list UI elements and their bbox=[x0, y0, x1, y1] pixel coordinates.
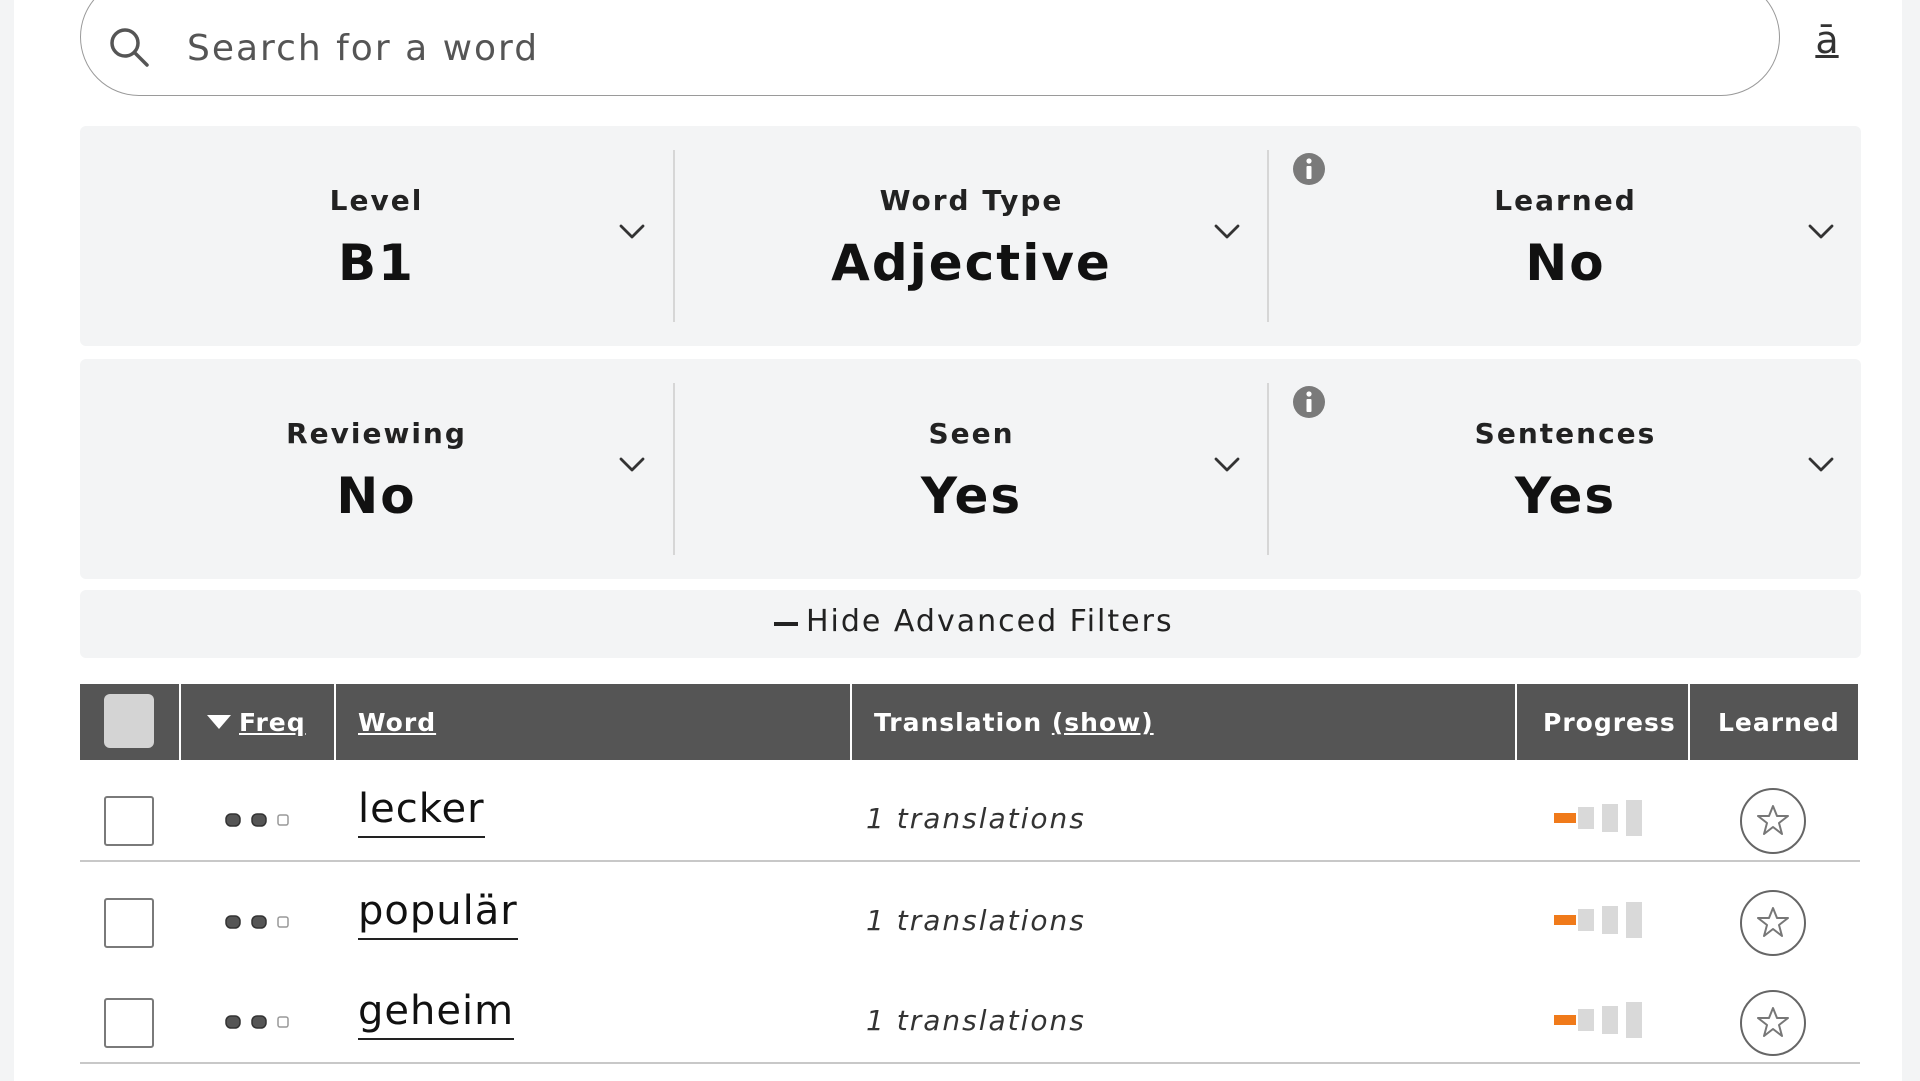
hide-advanced-filters-button[interactable]: Hide Advanced Filters bbox=[80, 590, 1861, 658]
freq-dot-filled bbox=[225, 1015, 241, 1029]
freq-dot-empty bbox=[277, 814, 289, 826]
header-progress-label: Progress bbox=[1543, 708, 1676, 737]
star-icon bbox=[1757, 907, 1789, 937]
minus-icon bbox=[774, 622, 798, 626]
freq-dot-filled bbox=[225, 915, 241, 929]
filter-reviewing[interactable]: Reviewing No bbox=[80, 359, 673, 579]
filter-seen-value: Yes bbox=[920, 467, 1023, 525]
chevron-down-icon bbox=[619, 457, 645, 472]
header-freq[interactable]: Freq bbox=[181, 684, 336, 760]
filter-sentences-label: Sentences bbox=[1474, 417, 1657, 450]
header-freq-label[interactable]: Freq bbox=[239, 708, 306, 737]
table-header: Freq Word Translation (show) Progress Le… bbox=[80, 684, 1858, 760]
hide-advanced-filters-label: Hide Advanced Filters bbox=[806, 604, 1174, 639]
content-area: ā Level B1 Word Type Adjective Learned N… bbox=[14, 0, 1902, 1081]
translation-count[interactable]: 1 translations bbox=[866, 802, 1086, 835]
search-input[interactable] bbox=[185, 23, 1749, 73]
filter-word-type-value: Adjective bbox=[831, 234, 1112, 292]
filter-panel-advanced: Reviewing No Seen Yes Sentences Yes bbox=[80, 359, 1861, 579]
filter-word-type[interactable]: Word Type Adjective bbox=[675, 126, 1268, 346]
header-word-label[interactable]: Word bbox=[358, 708, 436, 737]
progress-bar-inactive bbox=[1578, 807, 1594, 829]
table-row: lecker 1 translations bbox=[80, 760, 1860, 862]
filter-sentences[interactable]: Sentences Yes bbox=[1269, 359, 1862, 579]
progress-bar-inactive bbox=[1626, 800, 1642, 836]
header-translation-label: Translation (show) bbox=[874, 708, 1154, 737]
chevron-down-icon bbox=[619, 224, 645, 239]
star-icon bbox=[1757, 805, 1789, 835]
filter-learned-value: No bbox=[1525, 234, 1606, 292]
freq-dot-empty bbox=[277, 916, 289, 928]
table-row: populär 1 translations bbox=[80, 862, 1860, 964]
filter-seen[interactable]: Seen Yes bbox=[675, 359, 1268, 579]
frequency-indicator bbox=[225, 1015, 289, 1029]
filter-learned-label: Learned bbox=[1494, 184, 1637, 217]
search-bar bbox=[80, 0, 1780, 96]
word-link[interactable]: geheim bbox=[358, 988, 515, 1040]
filter-level[interactable]: Level B1 bbox=[80, 126, 673, 346]
header-learned: Learned bbox=[1690, 684, 1858, 760]
progress-bar-inactive bbox=[1626, 1002, 1642, 1038]
word-link[interactable]: populär bbox=[358, 888, 518, 940]
progress-bar-active bbox=[1554, 813, 1576, 823]
progress-bar-inactive bbox=[1578, 1009, 1594, 1031]
filter-reviewing-label: Reviewing bbox=[286, 417, 467, 450]
filter-word-type-label: Word Type bbox=[879, 184, 1064, 217]
word-link[interactable]: lecker bbox=[358, 786, 485, 838]
frequency-indicator bbox=[225, 813, 289, 827]
progress-indicator bbox=[1554, 1002, 1642, 1038]
progress-indicator bbox=[1554, 800, 1642, 836]
header-translation: Translation (show) bbox=[852, 684, 1517, 760]
progress-bar-inactive bbox=[1602, 906, 1618, 934]
row-checkbox[interactable] bbox=[104, 796, 154, 846]
chevron-down-icon bbox=[1214, 224, 1240, 239]
row-checkbox[interactable] bbox=[104, 998, 154, 1048]
freq-dot-filled bbox=[251, 915, 267, 929]
freq-dot-empty bbox=[277, 1016, 289, 1028]
translation-count[interactable]: 1 translations bbox=[866, 1004, 1086, 1037]
freq-dot-filled bbox=[225, 813, 241, 827]
filter-sentences-value: Yes bbox=[1514, 467, 1617, 525]
filter-reviewing-value: No bbox=[336, 467, 417, 525]
chevron-down-icon bbox=[1808, 457, 1834, 472]
filter-seen-label: Seen bbox=[928, 417, 1015, 450]
sort-down-icon bbox=[207, 715, 231, 729]
progress-bar-inactive bbox=[1602, 804, 1618, 832]
progress-bar-active bbox=[1554, 915, 1576, 925]
progress-bar-inactive bbox=[1602, 1006, 1618, 1034]
chevron-down-icon bbox=[1808, 224, 1834, 239]
show-translations-link[interactable]: (show) bbox=[1052, 708, 1154, 737]
page: ā Level B1 Word Type Adjective Learned N… bbox=[0, 0, 1920, 1081]
filter-learned[interactable]: Learned No bbox=[1269, 126, 1862, 346]
header-progress: Progress bbox=[1517, 684, 1690, 760]
progress-indicator bbox=[1554, 902, 1642, 938]
special-character-button[interactable]: ā bbox=[1807, 18, 1847, 72]
progress-bar-active bbox=[1554, 1015, 1576, 1025]
progress-bar-inactive bbox=[1578, 909, 1594, 931]
translation-count[interactable]: 1 translations bbox=[866, 904, 1086, 937]
header-learned-label: Learned bbox=[1718, 708, 1840, 737]
search-icon[interactable] bbox=[107, 25, 151, 69]
header-select-all bbox=[80, 684, 181, 760]
table-row: geheim 1 translations bbox=[80, 962, 1860, 1064]
filter-panel-primary: Level B1 Word Type Adjective Learned No bbox=[80, 126, 1861, 346]
filter-level-value: B1 bbox=[338, 234, 415, 292]
learned-star-button[interactable] bbox=[1740, 788, 1806, 854]
freq-dot-filled bbox=[251, 1015, 267, 1029]
freq-dot-filled bbox=[251, 813, 267, 827]
learned-star-button[interactable] bbox=[1740, 890, 1806, 956]
filter-level-label: Level bbox=[329, 184, 424, 217]
row-checkbox[interactable] bbox=[104, 898, 154, 948]
header-word[interactable]: Word bbox=[336, 684, 852, 760]
learned-star-button[interactable] bbox=[1740, 990, 1806, 1056]
chevron-down-icon bbox=[1214, 457, 1240, 472]
frequency-indicator bbox=[225, 915, 289, 929]
progress-bar-inactive bbox=[1626, 902, 1642, 938]
star-icon bbox=[1757, 1007, 1789, 1037]
select-all-checkbox[interactable] bbox=[104, 694, 154, 748]
